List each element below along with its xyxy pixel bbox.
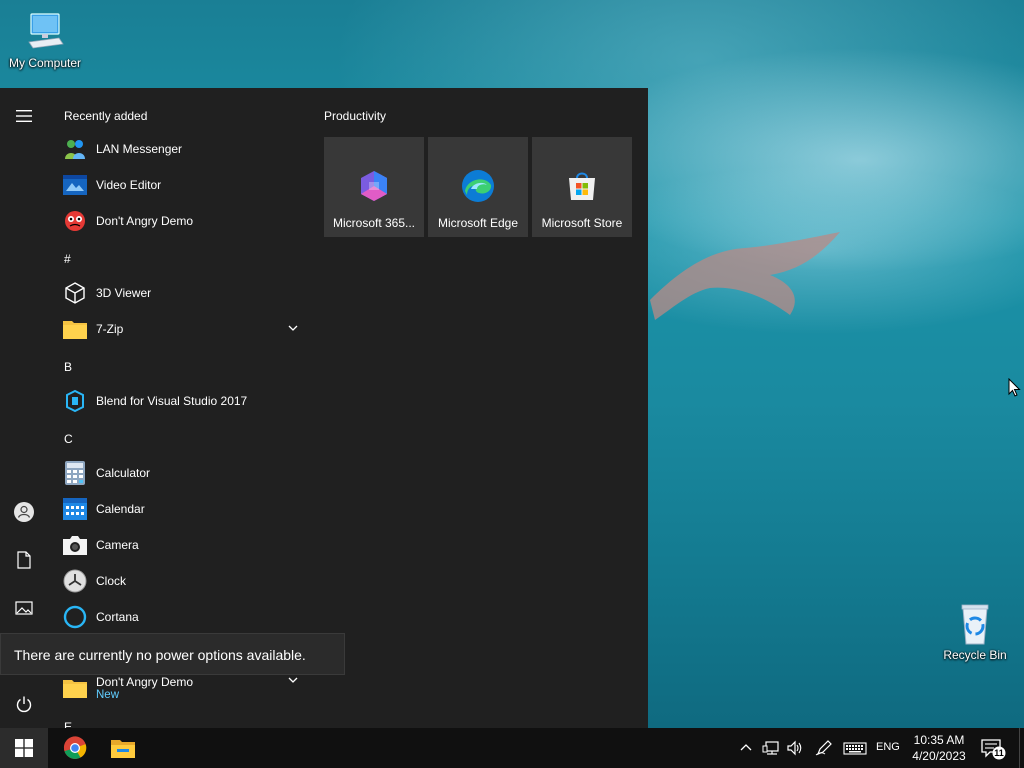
app-name: Camera [96,538,139,552]
section-header-hash[interactable]: # [64,252,71,266]
app-name: LAN Messenger [96,142,183,156]
documents-icon [17,551,31,569]
app-cortana[interactable]: Cortana [62,600,307,634]
power-button[interactable] [0,684,48,724]
edge-icon [462,170,494,202]
tile-microsoft-edge[interactable]: Microsoft Edge [428,137,528,237]
recycle-bin-icon [961,604,989,645]
app-lan-messenger[interactable]: LAN Messenger [62,132,307,166]
documents-button[interactable] [0,540,48,580]
cortana-icon [63,605,87,629]
app-name: 3D Viewer [96,286,152,300]
video-editor-icon [63,175,87,195]
app-name: Cortana [96,610,139,624]
new-badge: New [96,689,120,701]
user-account-button[interactable] [0,492,48,532]
pictures-icon [15,601,33,615]
clock-date: 4/20/2023 [912,749,966,763]
section-header-c[interactable]: C [64,432,73,446]
app-calendar[interactable]: Calendar [62,492,307,526]
chevron-up-icon[interactable] [739,740,753,756]
app-name: Blend for Visual Studio 2017 [96,394,248,408]
lan-messenger-icon [65,140,85,159]
file-explorer-icon [111,740,135,758]
recently-added-heading: Recently added [64,109,148,123]
start-menu-rail [0,88,48,728]
expand-menu-button[interactable] [0,96,48,136]
keyboard-icon[interactable] [843,740,867,756]
app-blend-for-visual-studio[interactable]: Blend for Visual Studio 2017 [62,384,307,418]
taskbar-file-explorer-button[interactable] [100,728,146,768]
tile-microsoft-store[interactable]: Microsoft Store [532,137,632,237]
menu-icon [16,110,32,122]
desktop-icon-label: Recycle Bin [943,648,1007,662]
start-menu: Recently added LAN Messenger Video Edito… [0,88,648,728]
app-name: Don't Angry Demo [96,214,194,228]
network-icon[interactable] [762,740,780,756]
desktop-icon-my-computer[interactable]: My Computer [0,10,90,70]
app-name: Clock [96,574,127,588]
start-button[interactable] [0,728,48,768]
tile-label: Microsoft 365... [332,216,416,230]
dont-angry-icon [65,211,85,231]
notification-count-badge: 11 [994,748,1004,758]
app-name-with-badge: Don't Angry Demo New [96,675,193,701]
chevron-down-icon[interactable] [287,322,299,334]
section-header-e[interactable]: E [64,720,72,728]
cube-icon [65,282,85,304]
app-7-zip[interactable]: 7-Zip [62,312,307,346]
power-options-tooltip: There are currently no power options ava… [0,633,345,675]
calculator-icon [65,461,85,485]
app-video-editor[interactable]: Video Editor [62,168,307,202]
m365-icon [361,171,387,201]
desktop-icon-recycle-bin[interactable]: Recycle Bin [930,602,1020,662]
app-3d-viewer[interactable]: 3D Viewer [62,276,307,310]
tile-microsoft-365[interactable]: Microsoft 365... [324,137,424,237]
store-icon [569,172,595,200]
mouse-cursor-icon [1008,378,1021,397]
clock-time: 10:35 AM [913,733,965,747]
computer-icon [28,13,64,49]
folder-icon [63,680,87,698]
windows-logo-icon [15,739,33,757]
section-header-b[interactable]: B [64,360,72,374]
app-name: Calculator [96,466,151,480]
blend-icon [66,389,84,413]
action-center-button[interactable]: 11 [980,738,1006,760]
tiles-group-heading[interactable]: Productivity [324,109,386,123]
taskbar: ENG 10:35 AM 4/20/2023 11 [0,728,1024,768]
wallpaper-tail-shape [650,232,840,320]
app-name: Video Editor [96,178,162,192]
input-language-indicator[interactable]: ENG [876,741,900,753]
show-desktop-button[interactable] [1019,728,1024,768]
chrome-icon [63,736,87,759]
app-clock[interactable]: Clock [62,564,307,598]
tile-label: Microsoft Store [541,216,623,230]
desktop-icon-label: My Computer [8,56,82,70]
pen-icon[interactable] [815,740,833,756]
taskbar-clock[interactable]: 10:35 AM 4/20/2023 [904,732,974,764]
folder-icon [63,321,87,339]
volume-icon[interactable] [786,740,804,756]
taskbar-chrome-button[interactable] [52,728,98,768]
app-name: 7-Zip [96,322,124,336]
pictures-button[interactable] [0,588,48,628]
calendar-icon [63,498,87,520]
app-camera[interactable]: Camera [62,528,307,562]
tile-label: Microsoft Edge [437,216,519,230]
app-dont-angry-demo[interactable]: Don't Angry Demo [62,204,307,238]
app-name: Don't Angry Demo [96,675,194,689]
app-name: Calendar [96,502,145,516]
app-calculator[interactable]: Calculator [62,456,307,490]
user-icon [14,502,34,522]
power-icon [16,696,32,713]
clock-icon [63,569,87,593]
app-list: Recently added LAN Messenger Video Edito… [48,88,312,728]
chevron-down-icon[interactable] [287,674,299,686]
camera-icon [63,536,87,555]
